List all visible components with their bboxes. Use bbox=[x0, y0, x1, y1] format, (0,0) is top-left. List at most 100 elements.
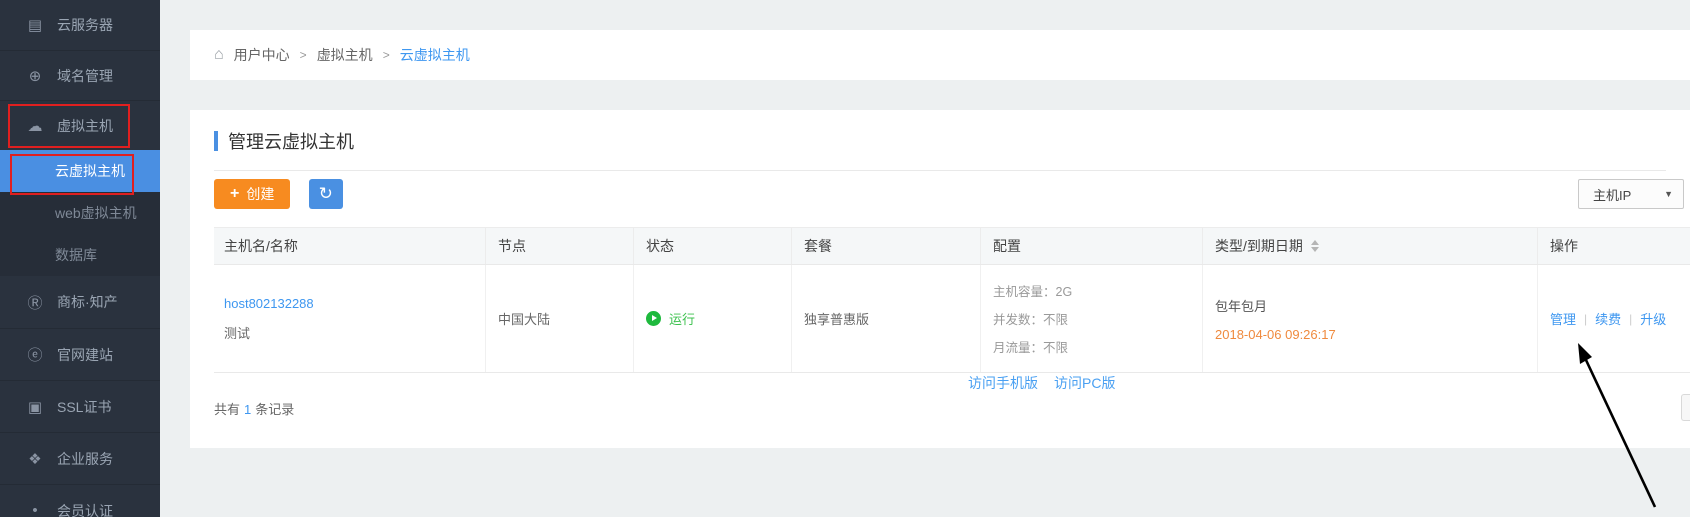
host-name-link[interactable]: host802132288 bbox=[224, 296, 314, 311]
table-row: host802132288 测试 中国大陆 运行 独享普惠版 bbox=[214, 265, 1690, 373]
sidebar-item-domain[interactable]: ⊕ 域名管理 bbox=[0, 50, 160, 100]
header-label: 操作 bbox=[1550, 236, 1578, 256]
summary-suffix: 条记录 bbox=[255, 402, 294, 417]
action-separator: | bbox=[1584, 312, 1587, 326]
pc-version-link[interactable]: 访问PC版 bbox=[1054, 373, 1115, 393]
chevron-down-icon: ▼ bbox=[1664, 189, 1673, 199]
manage-link[interactable]: 管理 bbox=[1550, 309, 1576, 328]
virtual-host-submenu: 云虚拟主机 web虚拟主机 数据库 bbox=[0, 150, 160, 276]
trademark-icon: Ⓡ bbox=[26, 292, 44, 313]
breadcrumb-virtual-host[interactable]: 虚拟主机 bbox=[317, 45, 373, 65]
main-content: ⌂ 用户中心 > 虚拟主机 > 云虚拟主机 管理云虚拟主机 + 创建 ↻ 主机I… bbox=[160, 0, 1690, 517]
page-title: 管理云虚拟主机 bbox=[228, 128, 354, 154]
cell-type-expiry: 包年包月 2018-04-06 09:26:17 bbox=[1202, 265, 1537, 372]
sidebar-item-ssl-certificate[interactable]: ▣ SSL证书 bbox=[0, 380, 160, 432]
submenu-item-label: 数据库 bbox=[55, 245, 97, 265]
breadcrumb-separator: > bbox=[300, 48, 307, 62]
footer-links: 访问手机版 访问PC版 bbox=[968, 373, 1115, 393]
cell-status: 运行 bbox=[633, 265, 791, 372]
header-label: 主机名/名称 bbox=[224, 236, 298, 256]
record-count: 1 bbox=[240, 402, 255, 417]
website-icon: ⓔ bbox=[26, 344, 44, 365]
sort-icon[interactable] bbox=[1311, 240, 1319, 252]
header-label: 状态 bbox=[646, 236, 674, 256]
breadcrumb-user-center[interactable]: 用户中心 bbox=[234, 45, 290, 65]
config-traffic: 月流量：不限 bbox=[993, 337, 1072, 356]
expire-date: 2018-04-06 09:26:17 bbox=[1215, 327, 1336, 342]
create-button-label: 创建 bbox=[246, 184, 274, 204]
breadcrumb-separator: > bbox=[383, 48, 390, 62]
plus-icon: + bbox=[230, 185, 239, 203]
host-alias: 测试 bbox=[224, 323, 314, 342]
manage-host-panel: 管理云虚拟主机 + 创建 ↻ 主机IP ▼ 主机名/名称 节点 状态 套餐 配置 bbox=[190, 110, 1690, 448]
header-status: 状态 bbox=[633, 228, 791, 264]
sidebar-item-trademark[interactable]: Ⓡ 商标·知产 bbox=[0, 276, 160, 328]
sidebar-item-cloud-server[interactable]: ▤ 云服务器 bbox=[0, 0, 160, 50]
filter-selected-value: 主机IP bbox=[1593, 185, 1631, 204]
sidebar-item-label: 域名管理 bbox=[57, 66, 113, 86]
action-separator: | bbox=[1629, 312, 1632, 326]
upgrade-link[interactable]: 升级 bbox=[1640, 309, 1666, 328]
cell-actions: 管理 | 续费 | 升级 bbox=[1537, 265, 1690, 372]
sidebar-item-label: 虚拟主机 bbox=[57, 116, 113, 136]
summary-prefix: 共有 bbox=[214, 402, 240, 417]
header-type-expiry: 类型/到期日期 bbox=[1202, 228, 1537, 264]
submenu-item-database[interactable]: 数据库 bbox=[0, 234, 160, 276]
table-header-row: 主机名/名称 节点 状态 套餐 配置 类型/到期日期 操作 bbox=[214, 227, 1690, 265]
cell-node: 中国大陆 bbox=[485, 265, 633, 372]
header-plan: 套餐 bbox=[791, 228, 980, 264]
breadcrumb-cloud-virtual-host[interactable]: 云虚拟主机 bbox=[400, 45, 470, 65]
sidebar-item-label: 会员认证 bbox=[57, 501, 113, 517]
member-icon: • bbox=[26, 502, 44, 517]
cloud-host-icon: ☁ bbox=[26, 117, 44, 135]
header-config: 配置 bbox=[980, 228, 1202, 264]
sidebar-item-enterprise-service[interactable]: ❖ 企业服务 bbox=[0, 432, 160, 484]
cell-config: 主机容量：2G 并发数：不限 月流量：不限 bbox=[980, 265, 1202, 372]
breadcrumb: ⌂ 用户中心 > 虚拟主机 > 云虚拟主机 bbox=[190, 30, 1690, 80]
sidebar-item-member[interactable]: • 会员认证 bbox=[0, 484, 160, 517]
status-text: 运行 bbox=[669, 309, 695, 328]
enterprise-icon: ❖ bbox=[26, 450, 44, 468]
host-ip-filter-dropdown[interactable]: 主机IP ▼ bbox=[1578, 179, 1684, 209]
header-label: 配置 bbox=[993, 236, 1021, 256]
server-icon: ▤ bbox=[26, 16, 44, 34]
sidebar-item-website-builder[interactable]: ⓔ 官网建站 bbox=[0, 328, 160, 380]
pagination-button-fragment[interactable] bbox=[1681, 394, 1690, 421]
sidebar-item-label: 企业服务 bbox=[57, 449, 113, 469]
cell-host-name: host802132288 测试 bbox=[214, 265, 485, 372]
running-status-icon bbox=[646, 311, 661, 326]
globe-icon: ⊕ bbox=[26, 67, 44, 85]
sidebar-lower-group: Ⓡ 商标·知产 ⓔ 官网建站 ▣ SSL证书 ❖ 企业服务 • 会员认证 bbox=[0, 276, 160, 517]
mobile-version-link[interactable]: 访问手机版 bbox=[968, 373, 1038, 393]
config-capacity: 主机容量：2G bbox=[993, 281, 1072, 300]
title-accent-bar bbox=[214, 131, 218, 151]
header-node: 节点 bbox=[485, 228, 633, 264]
sidebar-item-label: 云服务器 bbox=[57, 15, 113, 35]
header-label: 套餐 bbox=[804, 236, 832, 256]
sidebar-item-virtual-host[interactable]: ☁ 虚拟主机 bbox=[0, 100, 160, 150]
cell-plan: 独享普惠版 bbox=[791, 265, 980, 372]
submenu-item-web-virtual-host[interactable]: web虚拟主机 bbox=[0, 192, 160, 234]
certificate-icon: ▣ bbox=[26, 398, 44, 416]
refresh-button[interactable]: ↻ bbox=[309, 179, 343, 209]
submenu-item-cloud-virtual-host[interactable]: 云虚拟主机 bbox=[0, 150, 160, 192]
sidebar-item-label: 官网建站 bbox=[57, 345, 113, 365]
toolbar: + 创建 ↻ 主机IP ▼ bbox=[214, 179, 1690, 211]
header-actions: 操作 bbox=[1537, 228, 1690, 264]
host-table: 主机名/名称 节点 状态 套餐 配置 类型/到期日期 操作 host802132… bbox=[214, 227, 1690, 373]
create-button[interactable]: + 创建 bbox=[214, 179, 290, 209]
billing-type: 包年包月 bbox=[1215, 296, 1336, 315]
renew-link[interactable]: 续费 bbox=[1595, 309, 1621, 328]
refresh-icon: ↻ bbox=[319, 184, 333, 204]
submenu-item-label: web虚拟主机 bbox=[55, 203, 137, 223]
header-label: 节点 bbox=[498, 236, 526, 256]
plan-value: 独享普惠版 bbox=[804, 309, 869, 328]
config-concurrency: 并发数：不限 bbox=[993, 309, 1072, 328]
node-value: 中国大陆 bbox=[498, 309, 550, 328]
title-divider bbox=[214, 170, 1666, 171]
record-summary: 共有1条记录 bbox=[214, 399, 1690, 418]
sidebar: ▤ 云服务器 ⊕ 域名管理 ☁ 虚拟主机 云虚拟主机 web虚拟主机 数据库 Ⓡ… bbox=[0, 0, 160, 517]
header-label: 类型/到期日期 bbox=[1215, 236, 1303, 256]
submenu-item-label: 云虚拟主机 bbox=[55, 161, 125, 181]
home-icon: ⌂ bbox=[214, 46, 224, 64]
